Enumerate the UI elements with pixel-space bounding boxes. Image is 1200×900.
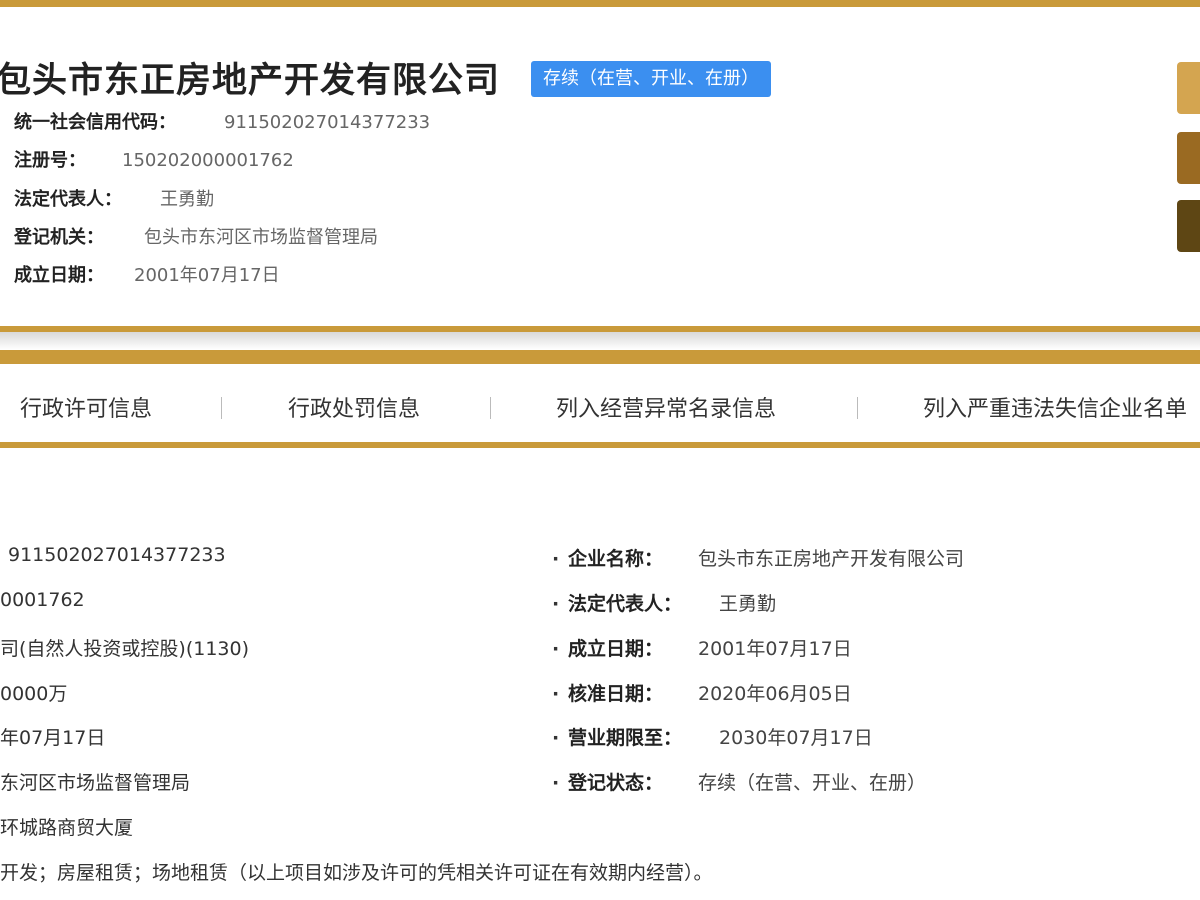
reg-authority-row: 登记机关： 包头市东河区市场监督管理局	[14, 223, 378, 249]
detail-value: 包头市东正房地产开发有限公司	[698, 548, 965, 570]
detail-business-term: · 营业期限至： 2030年07月17日	[552, 723, 873, 750]
detail-value: 2001年07月17日	[698, 638, 852, 660]
detail-label: 登记状态：	[568, 772, 664, 794]
legal-rep-value: 王勇勤	[160, 189, 214, 210]
tabs-bottom-border	[0, 442, 1200, 448]
reg-authority-value: 包头市东河区市场监督管理局	[144, 227, 378, 248]
detail-left-line: 年07月17日	[0, 727, 106, 749]
detail-value: 存续（在营、开业、在册）	[698, 772, 927, 794]
founded-label: 成立日期：	[14, 265, 104, 286]
side-action-button-2[interactable]	[1177, 132, 1200, 184]
credit-code-label: 统一社会信用代码：	[14, 112, 176, 133]
legal-rep-label: 法定代表人：	[14, 189, 122, 210]
reg-number-label: 注册号：	[14, 150, 86, 171]
detail-label: 企业名称：	[568, 548, 664, 570]
legal-rep-row: 法定代表人： 王勇勤	[14, 185, 214, 211]
detail-left-line: 0001762	[0, 589, 85, 611]
detail-left-line: 0000万	[0, 683, 68, 705]
detail-value: 王勇勤	[719, 593, 777, 615]
detail-value: 2030年07月17日	[719, 727, 873, 749]
info-tabs: 行政许可信息 行政处罚信息 列入经营异常名录信息 列入严重违法失信企业名单	[0, 364, 1200, 442]
detail-left-line: 911502027014377233	[8, 544, 226, 566]
company-name-title: 包头市东正房地产开发有限公司	[0, 61, 501, 101]
tab-admin-penalty[interactable]: 行政处罚信息	[288, 391, 420, 423]
detail-reg-status: · 登记状态： 存续（在营、开业、在册）	[552, 768, 926, 795]
side-action-button-3[interactable]	[1177, 200, 1200, 252]
tabs-top-border	[0, 350, 1200, 364]
detail-founded-date: · 成立日期： 2001年07月17日	[552, 634, 852, 661]
status-badge: 存续（在营、开业、在册）	[531, 61, 771, 97]
detail-label: 法定代表人：	[568, 593, 683, 615]
tab-divider	[221, 397, 222, 419]
side-action-button-1[interactable]	[1177, 62, 1200, 114]
credit-code-value: 911502027014377233	[224, 112, 431, 133]
detail-approval-date: · 核准日期： 2020年06月05日	[552, 679, 852, 706]
detail-left-line: 司(自然人投资或控股)(1130)	[0, 638, 250, 660]
reg-number-value: 150202000001762	[122, 150, 294, 171]
detail-legal-rep: · 法定代表人： 王勇勤	[552, 589, 776, 616]
detail-value: 2020年06月05日	[698, 683, 852, 705]
detail-left-line: 东河区市场监督管理局	[0, 772, 191, 794]
tab-admin-license[interactable]: 行政许可信息	[20, 391, 152, 423]
tab-serious-violation[interactable]: 列入严重违法失信企业名单	[923, 391, 1187, 423]
tab-divider	[857, 397, 858, 419]
detail-company-name: · 企业名称： 包头市东正房地产开发有限公司	[552, 544, 964, 571]
detail-left-line: 开发；房屋租赁；场地租赁（以上项目如涉及许可的凭相关许可证在有效期内经营）。	[0, 862, 713, 884]
section-divider-shadow	[0, 332, 1200, 350]
detail-label: 营业期限至：	[568, 727, 683, 749]
founded-value: 2001年07月17日	[134, 265, 280, 286]
credit-code-row: 统一社会信用代码： 911502027014377233	[14, 108, 430, 134]
reg-number-row: 注册号： 150202000001762	[14, 146, 294, 172]
detail-label: 核准日期：	[568, 683, 664, 705]
tab-abnormal-operation[interactable]: 列入经营异常名录信息	[556, 391, 776, 423]
enterprise-info-page: 包头市东正房地产开发有限公司 存续（在营、开业、在册） 统一社会信用代码： 911…	[0, 0, 1200, 900]
detail-left-line: 环城路商贸大厦	[0, 817, 134, 839]
reg-authority-label: 登记机关：	[14, 227, 104, 248]
founded-row: 成立日期： 2001年07月17日	[14, 261, 280, 287]
detail-label: 成立日期：	[568, 638, 664, 660]
tab-divider	[490, 397, 491, 419]
top-gold-bar	[0, 0, 1200, 7]
